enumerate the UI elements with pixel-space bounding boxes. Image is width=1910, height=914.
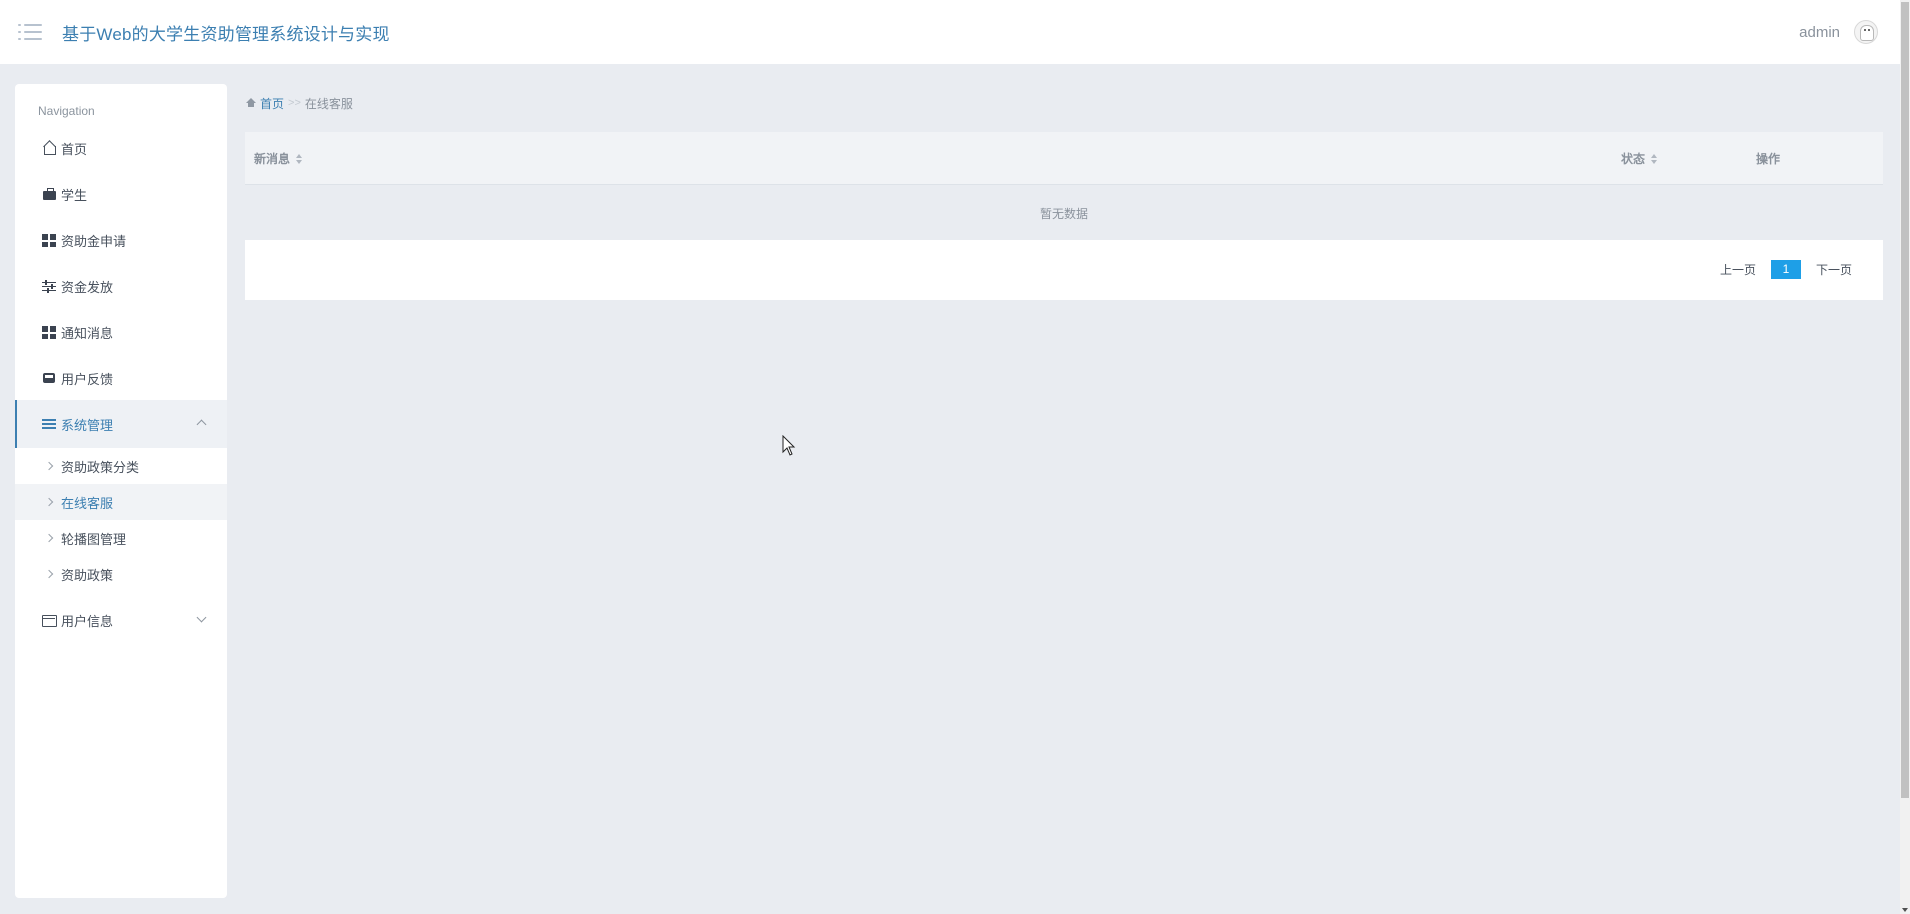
grid-icon (42, 325, 56, 339)
sidebar-item-label: 用户信息 (61, 613, 114, 629)
inbox-icon (42, 371, 56, 385)
home-icon (42, 141, 56, 155)
breadcrumb-home-link[interactable]: 首页 (260, 95, 284, 112)
sidebar-subitem-aid-policy-category[interactable]: 资助政策分类 (15, 448, 227, 484)
sort-icon[interactable] (296, 153, 303, 164)
sidebar-subitem-aid-policy[interactable]: 资助政策 (15, 556, 227, 592)
sidebar-subitem-label: 轮播图管理 (61, 531, 127, 547)
chevron-up-icon (196, 419, 207, 430)
chevron-right-icon (44, 533, 54, 543)
grid-icon (42, 233, 56, 247)
chevron-right-icon (44, 569, 54, 579)
sidebar-subitem-label: 在线客服 (61, 495, 114, 511)
sidebar-item-label: 系统管理 (61, 417, 114, 433)
briefcase-icon (42, 187, 56, 201)
chevron-down-icon (196, 612, 207, 623)
column-header-actions: 操作 (1756, 132, 1780, 185)
nav-title: Navigation (38, 104, 95, 118)
app-title: 基于Web的大学生资助管理系统设计与实现 (62, 24, 390, 44)
breadcrumb-current: 在线客服 (304, 96, 353, 111)
sidebar-subitem-carousel-management[interactable]: 轮播图管理 (15, 520, 227, 556)
column-header-label: 状态 (1621, 152, 1646, 166)
sidebar-subitem-label: 资助政策 (61, 567, 114, 583)
avatar[interactable] (1854, 20, 1878, 44)
breadcrumb-separator: >> (288, 97, 301, 109)
sidebar-item-label: 通知消息 (61, 325, 114, 341)
sidebar-item-aid-application[interactable]: 资助金申请 (15, 218, 227, 262)
column-header-status[interactable]: 状态 (1621, 132, 1658, 185)
sidebar: Navigation 首页 学生 资助金申请 资金发放 通知消息 用户反馈 系统… (15, 84, 227, 898)
sidebar-item-label: 用户反馈 (61, 371, 114, 387)
page-number-button[interactable]: 1 (1770, 260, 1801, 279)
user-name[interactable]: admin (1799, 24, 1840, 41)
sidebar-item-home[interactable]: 首页 (15, 126, 227, 170)
sidebar-item-label: 资助金申请 (61, 233, 127, 249)
sidebar-subitem-label: 资助政策分类 (61, 459, 140, 475)
top-header: 基于Web的大学生资助管理系统设计与实现 admin (0, 0, 1900, 64)
next-page-button[interactable]: 下一页 (1812, 261, 1856, 278)
sidebar-item-students[interactable]: 学生 (15, 172, 227, 216)
column-header-label: 操作 (1756, 152, 1781, 166)
card-icon (42, 613, 57, 627)
scroll-down-arrow-icon[interactable] (1902, 908, 1908, 912)
sidebar-item-label: 首页 (61, 141, 88, 157)
chevron-right-icon (44, 461, 54, 471)
sidebar-item-user-feedback[interactable]: 用户反馈 (15, 356, 227, 400)
home-icon (246, 98, 257, 108)
sidebar-item-system-management[interactable]: 系统管理 (15, 400, 227, 448)
sidebar-item-label: 学生 (61, 187, 88, 203)
empty-state-text: 暂无数据 (1039, 206, 1088, 221)
pagination-panel: 上一页 1 下一页 (245, 240, 1883, 300)
menu-toggle-icon[interactable] (18, 22, 44, 42)
sidebar-item-fund-disbursement[interactable]: 资金发放 (15, 264, 227, 308)
sort-icon[interactable] (1651, 153, 1658, 164)
chevron-right-icon (44, 497, 54, 507)
page-scrollbar[interactable] (1900, 0, 1910, 914)
user-menu[interactable]: admin (1799, 0, 1878, 64)
table-header: 新消息 状态 操作 (245, 132, 1883, 185)
scrollbar-thumb[interactable] (1901, 2, 1909, 798)
sidebar-item-notifications[interactable]: 通知消息 (15, 310, 227, 354)
message-table: 新消息 状态 操作 暂无数据 (245, 132, 1883, 240)
sliders-icon (42, 279, 56, 293)
prev-page-button[interactable]: 上一页 (1716, 261, 1760, 278)
sidebar-item-user-info[interactable]: 用户信息 (15, 598, 227, 642)
column-header-label: 新消息 (254, 152, 291, 166)
list-icon (42, 417, 56, 431)
breadcrumb: 首页 >> 在线客服 (246, 94, 353, 112)
mouse-pointer-icon (782, 435, 796, 456)
column-header-new-message[interactable]: 新消息 (254, 132, 303, 185)
sidebar-item-label: 资金发放 (61, 279, 114, 295)
sidebar-subitem-online-service[interactable]: 在线客服 (15, 484, 227, 520)
pagination: 上一页 1 下一页 (1716, 260, 1856, 279)
